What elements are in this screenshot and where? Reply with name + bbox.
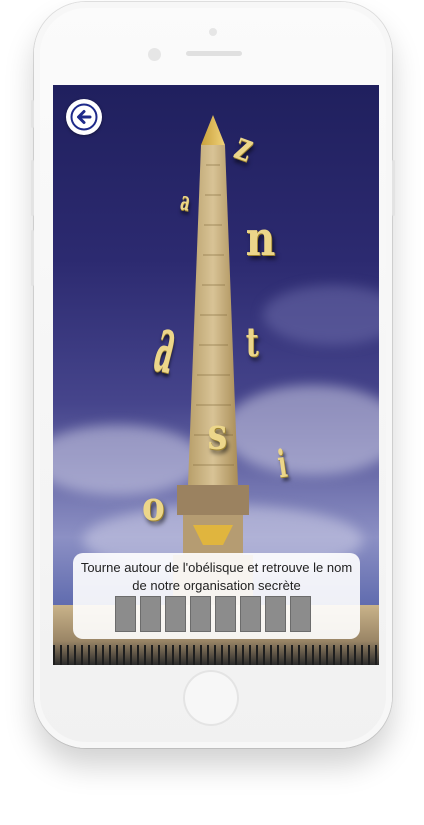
answer-slot[interactable] (115, 596, 136, 632)
sensor-dot (209, 28, 217, 36)
plaza-fence (53, 645, 379, 665)
back-button[interactable] (66, 99, 102, 135)
answer-slot[interactable] (215, 596, 236, 632)
power-button (392, 160, 395, 216)
volume-down-button (31, 230, 34, 286)
arrow-left-icon (70, 103, 98, 131)
ar-camera-view[interactable]: z a n a t s i o Tourne autour de l'obéli… (53, 85, 379, 665)
answer-slots (115, 596, 311, 632)
mute-switch (31, 100, 34, 128)
floating-letter: t (245, 319, 259, 366)
floating-letter: n (245, 211, 276, 267)
home-button[interactable] (183, 670, 239, 726)
answer-slot[interactable] (265, 596, 286, 632)
volume-up-button (31, 160, 34, 216)
answer-slot[interactable] (140, 596, 161, 632)
answer-slot[interactable] (165, 596, 186, 632)
answer-slot[interactable] (240, 596, 261, 632)
earpiece-speaker (186, 51, 242, 56)
front-camera (148, 48, 161, 61)
floating-letter: s (207, 409, 228, 460)
hint-text: Tourne autour de l'obélisque et retrouve… (80, 560, 353, 593)
answer-slot[interactable] (290, 596, 311, 632)
hint-card: Tourne autour de l'obélisque et retrouve… (73, 553, 360, 639)
answer-slot[interactable] (190, 596, 211, 632)
floating-letter: o (142, 483, 165, 530)
